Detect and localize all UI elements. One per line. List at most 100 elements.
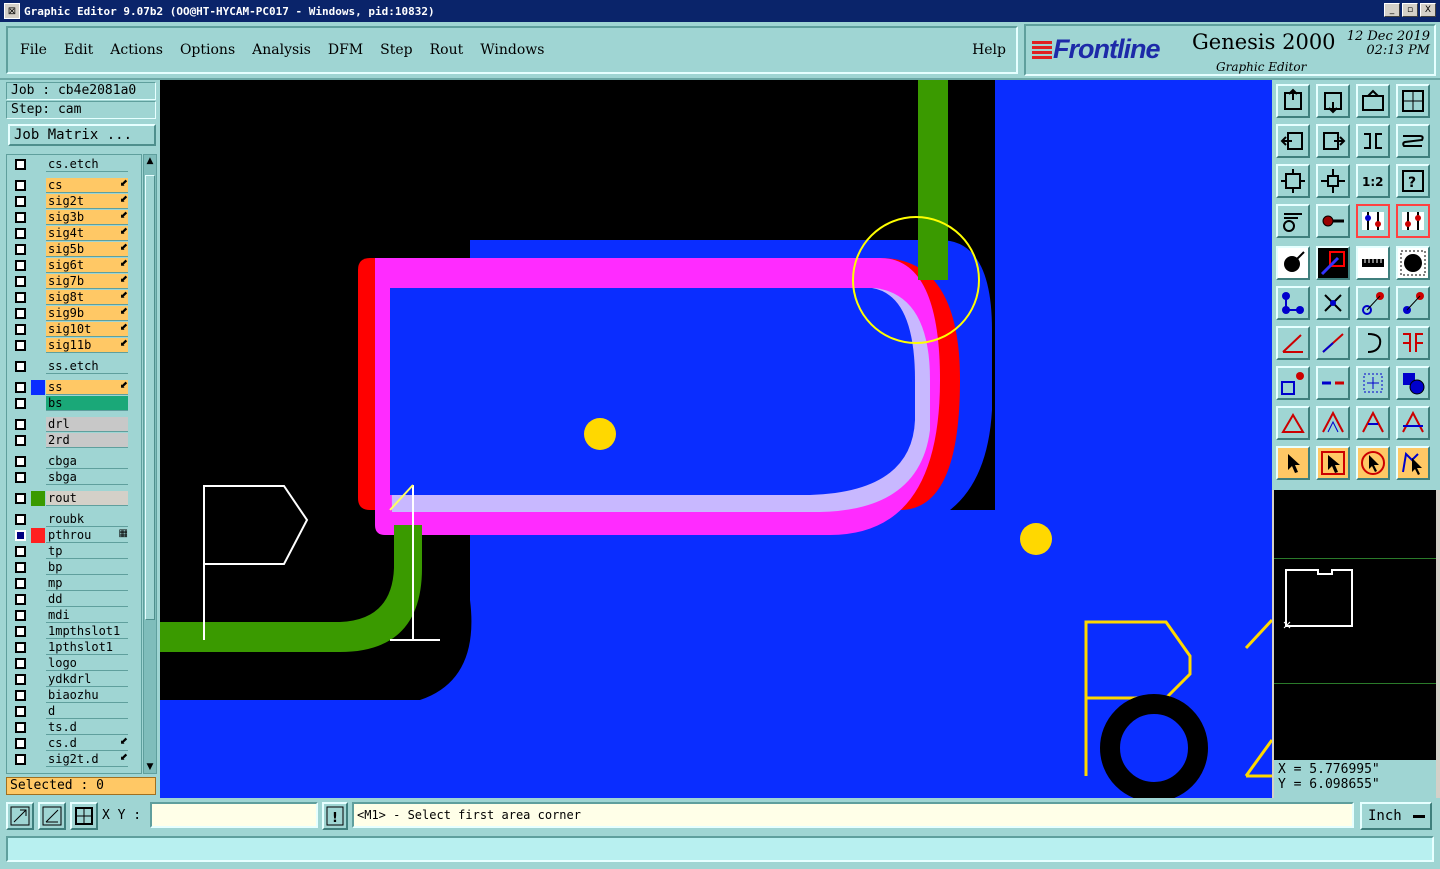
layer-name[interactable]: sig3b [46, 210, 128, 225]
layer-name[interactable]: pthrou [46, 528, 128, 543]
layer-row-sig8t[interactable]: sig8t ⬋ [9, 290, 137, 305]
xy-input[interactable] [150, 802, 318, 828]
layer-name[interactable]: cbga [46, 454, 128, 469]
maximize-button[interactable]: ▫ [1402, 3, 1418, 17]
shape-tool[interactable] [1396, 366, 1430, 400]
layer-name[interactable]: drl [46, 417, 128, 432]
scale-1-2-tool[interactable]: 1:2 [1356, 164, 1390, 198]
layer-name[interactable]: dd [46, 592, 128, 607]
pointer-box-tool[interactable] [1316, 446, 1350, 480]
layer-checkbox[interactable] [15, 690, 26, 701]
layer-list-scrollbar[interactable]: ▲ ▼ [143, 154, 157, 774]
layer-checkbox[interactable] [15, 472, 26, 483]
layer-checkbox[interactable] [15, 658, 26, 669]
scroll-up-icon[interactable]: ▲ [144, 155, 156, 167]
layer-row-sig2t-d[interactable]: sig2t.d ⬋ [9, 752, 137, 767]
layer-checkbox[interactable] [15, 594, 26, 605]
ruler-tool[interactable] [1356, 246, 1390, 280]
angle-mode-button[interactable] [38, 802, 66, 830]
alert-button[interactable]: ! [322, 802, 348, 830]
layer-name[interactable]: sig4t [46, 226, 128, 241]
layer-color-swatch[interactable] [31, 491, 45, 506]
zoom-back-tool[interactable] [1316, 84, 1350, 118]
layer-row-ss-etch[interactable]: ss.etch [9, 359, 137, 374]
layer-checkbox[interactable] [15, 738, 26, 749]
mirror-tool[interactable] [1356, 124, 1390, 158]
pad-move-tool[interactable] [1276, 366, 1310, 400]
layer-row-pthrou[interactable]: pthrou ▦ [9, 528, 137, 543]
layer-row-cs[interactable]: cs ⬋ [9, 178, 137, 193]
layer-name[interactable]: sig11b [46, 338, 128, 353]
layer-checkbox[interactable] [15, 196, 26, 207]
menu-edit[interactable]: Edit [64, 42, 93, 58]
menu-windows[interactable]: Windows [480, 42, 544, 58]
layer-name[interactable]: 2rd [46, 433, 128, 448]
layer-checkbox[interactable] [15, 722, 26, 733]
select-pad-tool[interactable] [1276, 246, 1310, 280]
layer-checkbox[interactable] [15, 276, 26, 287]
layer-checkbox[interactable] [15, 212, 26, 223]
arc-tool[interactable] [1356, 326, 1390, 360]
menu-actions[interactable]: Actions [110, 42, 163, 58]
arch-tool[interactable] [1356, 406, 1390, 440]
layer-color-swatch[interactable] [31, 380, 45, 395]
layer-row-ydkdrl[interactable]: ydkdrl [9, 672, 137, 687]
zoom-area-tool[interactable] [1356, 84, 1390, 118]
menu-help[interactable]: Help [972, 42, 1006, 58]
layer-name[interactable]: tp [46, 544, 128, 559]
graphic-canvas[interactable] [160, 80, 1272, 798]
layer-row-sig5b[interactable]: sig5b ⬋ [9, 242, 137, 257]
triangle-tool[interactable] [1276, 406, 1310, 440]
layer-checkbox[interactable] [15, 754, 26, 765]
layer-row-ts-d[interactable]: ts.d [9, 720, 137, 735]
layer-checkbox[interactable] [15, 361, 26, 372]
overview-map[interactable] [1274, 490, 1436, 760]
zoom-fit-tool[interactable] [1316, 164, 1350, 198]
pan-right-tool[interactable] [1316, 124, 1350, 158]
layer-row-mp[interactable]: mp [9, 576, 137, 591]
layer-checkbox[interactable] [15, 382, 26, 393]
select-line-tool[interactable] [1316, 246, 1350, 280]
app-system-icon[interactable]: ⊠ [4, 3, 20, 19]
layer-checkbox[interactable] [15, 530, 26, 541]
layer-name[interactable]: sig7b [46, 274, 128, 289]
layer-checkbox[interactable] [15, 610, 26, 621]
redraw-tool[interactable] [1396, 124, 1430, 158]
layer-checkbox[interactable] [15, 260, 26, 271]
layer-checkbox[interactable] [15, 324, 26, 335]
layer-checkbox[interactable] [15, 180, 26, 191]
layer-row-cbga[interactable]: cbga [9, 454, 137, 469]
units-select[interactable]: Inch [1360, 802, 1432, 830]
layer-row-bp[interactable]: bp [9, 560, 137, 575]
layer-row-sig6t[interactable]: sig6t ⬋ [9, 258, 137, 273]
layer-checkbox[interactable] [15, 398, 26, 409]
layer-name[interactable]: sig9b [46, 306, 128, 321]
layer-name[interactable]: bs [46, 396, 128, 411]
layer-row-cs-d[interactable]: cs.d ⬋ [9, 736, 137, 751]
layer-row-rout[interactable]: rout [9, 491, 137, 506]
layer-row-sig3b[interactable]: sig3b ⬋ [9, 210, 137, 225]
net-highlight-tool[interactable] [1356, 204, 1390, 238]
layer-name[interactable]: ts.d [46, 720, 128, 735]
layer-row-sig10t[interactable]: sig10t ⬋ [9, 322, 137, 337]
fit-tool[interactable] [1276, 164, 1310, 198]
zoom-home-tool[interactable] [1276, 84, 1310, 118]
layer-row-logo[interactable]: logo [9, 656, 137, 671]
layer-row-sig2t[interactable]: sig2t ⬋ [9, 194, 137, 209]
layer-checkbox[interactable] [15, 562, 26, 573]
layer-checkbox[interactable] [15, 546, 26, 557]
layer-checkbox[interactable] [15, 419, 26, 430]
move-point-2-tool[interactable] [1396, 286, 1430, 320]
menu-analysis[interactable]: Analysis [252, 42, 311, 58]
layer-name[interactable]: sig2t [46, 194, 128, 209]
layer-name[interactable]: ss [46, 380, 128, 395]
layer-row-sig9b[interactable]: sig9b ⬋ [9, 306, 137, 321]
layer-checkbox[interactable] [15, 308, 26, 319]
layer-name[interactable]: d [46, 704, 128, 719]
layer-checkbox[interactable] [15, 674, 26, 685]
connect-tool[interactable] [1276, 286, 1310, 320]
layer-name[interactable]: 1pthslot1 [46, 640, 128, 655]
layer-row-cs-etch[interactable]: cs.etch [9, 157, 137, 172]
layer-name[interactable]: cs.d [46, 736, 128, 751]
layer-checkbox[interactable] [15, 244, 26, 255]
